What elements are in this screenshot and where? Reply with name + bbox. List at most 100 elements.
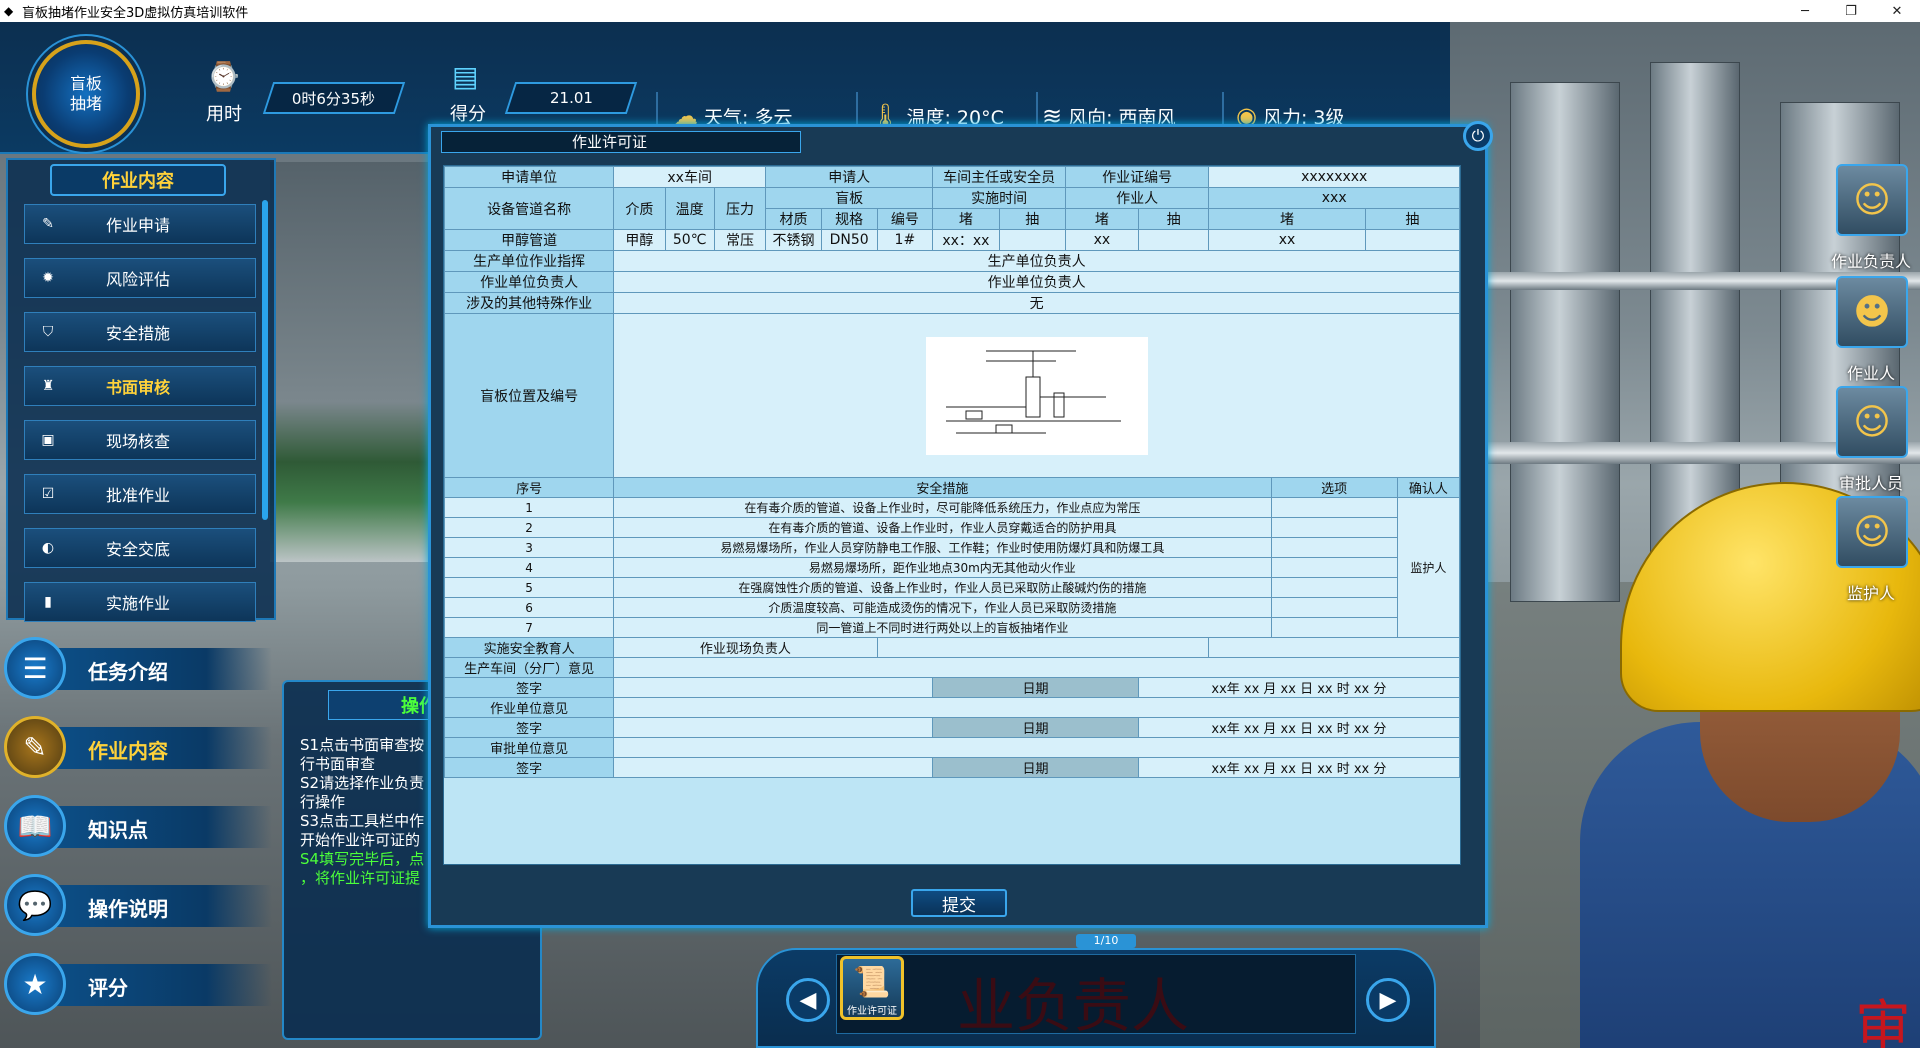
measure-number: 2 [443, 517, 615, 538]
panel-scrollbar[interactable] [262, 200, 268, 520]
worker-plug-field[interactable]: xx [1064, 229, 1139, 251]
main-nav-item[interactable]: ★ 评分 [4, 952, 274, 1016]
nav-bar [54, 806, 272, 848]
nav-label: 任务介绍 [88, 660, 168, 684]
header-cell: 堵 [1208, 208, 1366, 230]
measure-text: 在有毒介质的管道、设备上作业时，尽可能降低系统压力，作业点应为常压 [613, 497, 1272, 518]
material-field[interactable]: 不锈钢 [765, 229, 822, 251]
signature-field[interactable] [613, 677, 934, 698]
left-menu-item[interactable]: ◐ 安全交底 [24, 528, 256, 568]
timer-icon: ⌚ [206, 60, 241, 93]
shield-icon: ⛉ [42, 324, 54, 340]
left-menu-item[interactable]: ☑ 批准作业 [24, 474, 256, 514]
spec-field[interactable]: DN50 [820, 229, 878, 251]
table-row: 申请单位 xx车间 申请人 车间主任或安全员 作业证编号 xxxxxxxx [443, 166, 1460, 188]
commander-field[interactable]: 生产单位负责人 [613, 250, 1460, 272]
maximize-button[interactable]: ❐ [1828, 4, 1874, 19]
left-menu-item[interactable]: ▮ 实施作业 [24, 582, 256, 622]
role-avatar[interactable]: ☺ [1836, 496, 1908, 568]
chat-icon: 💬 [4, 874, 66, 936]
prev-arrow-button[interactable]: ◀ [786, 978, 830, 1022]
other-special-field[interactable]: 无 [613, 292, 1460, 314]
plug-time-field[interactable]: xx：xx [932, 229, 1000, 251]
measure-option-checkbox[interactable] [1270, 557, 1398, 578]
date-field[interactable]: xx年 xx 月 xx 日 xx 时 xx 分 [1137, 677, 1461, 698]
header-cell: 实施时间 [932, 187, 1066, 209]
guide-line: 行书面审查 [300, 755, 376, 773]
date-field[interactable]: xx年 xx 月 xx 日 xx 时 xx 分 [1137, 717, 1461, 738]
educator-extra-field[interactable] [1208, 637, 1460, 658]
measure-option-checkbox[interactable] [1270, 537, 1398, 558]
role-avatar[interactable]: ☺ [1836, 386, 1908, 458]
left-menu-item[interactable]: ⛉ 安全措施 [24, 312, 256, 352]
nav-bar [54, 964, 272, 1006]
measure-text: 同一管道上不同时进行两处以上的盲板抽堵作业 [613, 617, 1272, 638]
header-cell: 作业证编号 [1064, 166, 1210, 188]
close-button[interactable]: ✕ [1874, 4, 1920, 19]
window-title: 盲板抽堵作业安全3D虚拟仿真培训软件 [22, 5, 249, 21]
power-icon[interactable]: ⏻ [1463, 121, 1493, 151]
measure-option-checkbox[interactable] [1270, 497, 1398, 518]
medium-field[interactable]: 甲醇 [613, 229, 666, 251]
pressure-field[interactable]: 常压 [713, 229, 767, 251]
opinion-field[interactable] [613, 737, 1460, 758]
opinion-field[interactable] [613, 697, 1460, 718]
score-label: 得分 [450, 104, 486, 125]
worker-pull-field[interactable] [1137, 229, 1210, 251]
header-cell: 抽 [998, 208, 1066, 230]
guide-line: S1点击书面审查按 [300, 736, 425, 754]
main-nav-item[interactable]: 📖 知识点 [4, 794, 274, 858]
left-menu-item[interactable]: ✎ 作业申请 [24, 204, 256, 244]
header-cell: 盲板 [765, 187, 934, 209]
apply-unit-field[interactable]: xx车间 [613, 166, 767, 188]
process-diagram [945, 350, 1121, 433]
header-cell: 作业单位负责人 [443, 271, 615, 293]
measure-text: 在强腐蚀性介质的管道、设备上作业时，作业人员已采取防止酸碱灼伤的措施 [613, 577, 1272, 598]
educator-extra-field[interactable] [876, 637, 1210, 658]
left-menu-item[interactable]: ♜ 书面审核 [24, 366, 256, 406]
next-arrow-button[interactable]: ▶ [1366, 978, 1410, 1022]
minimize-button[interactable]: ─ [1782, 4, 1828, 19]
header-cell: 材质 [765, 208, 822, 230]
cert-no-field[interactable]: xxxxxxxx [1208, 166, 1460, 188]
left-menu-item[interactable]: ✹ 风险评估 [24, 258, 256, 298]
person-plug-field[interactable]: xx [1208, 229, 1366, 251]
header-cell: 设备管道名称 [443, 187, 615, 230]
date-field[interactable]: xx年 xx 月 xx 日 xx 时 xx 分 [1137, 757, 1461, 778]
role-avatar[interactable]: ☻ [1836, 276, 1908, 348]
main-nav-item[interactable]: 💬 操作说明 [4, 873, 274, 937]
shield-half-icon: ◐ [41, 540, 55, 556]
number-field[interactable]: 1# [876, 229, 934, 251]
measure-text: 介质温度较高、可能造成烫伤的情况下，作业人员已采取防烫措施 [613, 597, 1272, 618]
unit-leader-field[interactable]: 作业单位负责人 [613, 271, 1460, 293]
submit-button[interactable]: 提交 [911, 889, 1007, 917]
role-avatar[interactable]: ☺ [1836, 164, 1908, 236]
measure-number: 3 [443, 537, 615, 558]
left-menu-item-label: 现场核查 [105, 432, 170, 451]
measure-option-checkbox[interactable] [1270, 617, 1398, 638]
time-value: 0时6分35秒 [262, 82, 406, 114]
measure-option-checkbox[interactable] [1270, 517, 1398, 538]
measure-option-checkbox[interactable] [1270, 577, 1398, 598]
main-nav-item[interactable]: ☰ 任务介绍 [4, 636, 274, 700]
main-nav-item[interactable]: ✎ 作业内容 [4, 715, 274, 779]
work-permit-tool[interactable]: 📜 作业许可证 [840, 956, 904, 1020]
pull-time-field[interactable] [998, 229, 1066, 251]
temp-field[interactable]: 50℃ [664, 229, 715, 251]
signature-field[interactable] [613, 757, 934, 778]
measure-row: 5 在强腐蚀性介质的管道、设备上作业时，作业人员已采取防止酸碱灼伤的措施 [443, 577, 1460, 598]
header-cell: 实施安全教育人 [443, 637, 615, 658]
table-row: 作业单位负责人 作业单位负责人 [443, 271, 1460, 293]
educator-field[interactable]: 作业现场负责人 [613, 637, 878, 658]
measure-option-checkbox[interactable] [1270, 597, 1398, 618]
left-menu-item-label: 安全交底 [105, 540, 170, 559]
sign-label: 签字 [443, 677, 615, 698]
opinion-field[interactable] [613, 657, 1460, 678]
person-pull-field[interactable] [1364, 229, 1461, 251]
signature-field[interactable] [613, 717, 934, 738]
measure-row: 4 易燃易爆场所，距作业地点30m内无其他动火作业 [443, 557, 1460, 578]
header-cell: 盲板位置及编号 [443, 313, 615, 478]
measure-number: 4 [443, 557, 615, 578]
left-menu-item[interactable]: ▣ 现场核查 [24, 420, 256, 460]
opinion-row: 生产车间（分厂）意见 [443, 657, 1460, 678]
